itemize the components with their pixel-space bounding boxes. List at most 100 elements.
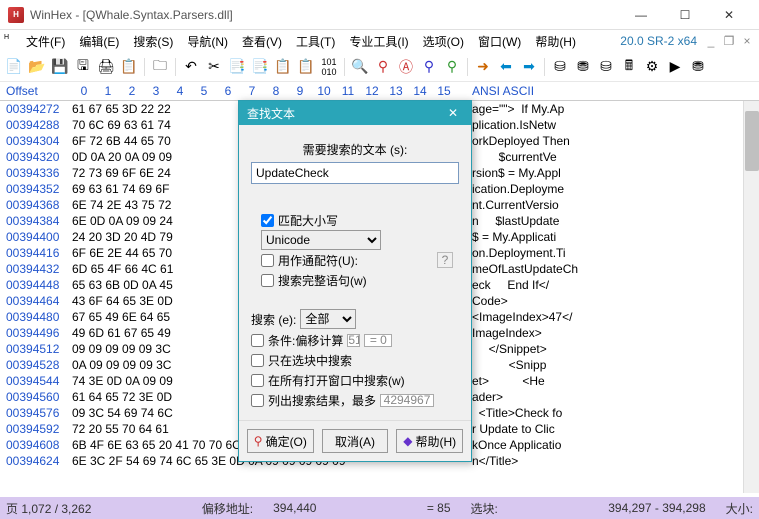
menubar: H 文件(F) 编辑(E) 搜索(S) 导航(N) 查看(V) 工具(T) 专业…: [0, 30, 759, 52]
goto-icon[interactable]: ➜: [473, 57, 493, 77]
match-case-label: 匹配大小写: [278, 212, 338, 229]
maximize-button[interactable]: ☐: [663, 1, 707, 29]
cond-label: 条件:偏移计算: [268, 332, 343, 349]
hex-col: 2: [120, 82, 144, 100]
print-icon[interactable]: 🖨: [96, 57, 116, 77]
dialog-titlebar[interactable]: 查找文本 ✕: [239, 101, 471, 125]
match-case-checkbox[interactable]: [261, 214, 274, 227]
all-win-checkbox[interactable]: [251, 374, 264, 387]
ascii-cell: meOfLastUpdateCh: [472, 261, 759, 277]
disk3-icon[interactable]: ⛁: [596, 57, 616, 77]
hex-col: 9: [288, 82, 312, 100]
menu-help[interactable]: 帮助(H): [529, 31, 582, 52]
offset-cell: 00394416: [0, 245, 72, 261]
scroll-thumb[interactable]: [745, 111, 759, 171]
menu-spec[interactable]: 专业工具(I): [343, 31, 414, 52]
wildcards-label: 用作通配符(U):: [278, 252, 358, 269]
cond-checkbox[interactable]: [251, 334, 264, 347]
scope-label: 搜索 (e):: [251, 311, 296, 328]
menu-options[interactable]: 选项(O): [417, 31, 470, 52]
menu-window[interactable]: 窗口(W): [472, 31, 527, 52]
offset-header: Offset: [0, 82, 72, 100]
sel-value: 394,297 - 394,298: [608, 501, 705, 515]
back-icon[interactable]: ⬅: [496, 57, 516, 77]
hex-col: 11: [336, 82, 360, 100]
mdi-restore-icon[interactable]: ❐: [721, 33, 737, 49]
minimize-button[interactable]: —: [619, 1, 663, 29]
hex-col: 5: [192, 82, 216, 100]
only-sel-checkbox[interactable]: [251, 354, 264, 367]
menu-nav[interactable]: 导航(N): [181, 31, 234, 52]
list-checkbox[interactable]: [251, 394, 264, 407]
fwd-icon[interactable]: ➡: [519, 57, 539, 77]
ascii-cell: ader>: [472, 389, 759, 405]
ascii-cell: <Snipp: [472, 357, 759, 373]
findhex-icon[interactable]: ⚲: [373, 57, 393, 77]
offset-cell: 00394352: [0, 181, 72, 197]
hex-col: 14: [408, 82, 432, 100]
menu-edit[interactable]: 编辑(E): [73, 31, 125, 52]
calc-icon[interactable]: 🖩: [619, 57, 639, 77]
cond-eq[interactable]: [364, 334, 392, 347]
save-icon[interactable]: 💾: [50, 57, 70, 77]
hex-col: 8: [264, 82, 288, 100]
whole-checkbox[interactable]: [261, 274, 274, 287]
paste-icon[interactable]: 📋: [273, 57, 293, 77]
dialog-close-icon[interactable]: ✕: [443, 106, 463, 120]
ascii-cell: age=""> If My.Ap: [472, 101, 759, 117]
cond-num[interactable]: [347, 334, 360, 347]
find-icon[interactable]: 🔍: [350, 57, 370, 77]
findtext-icon[interactable]: Ⓐ: [396, 57, 416, 77]
search-input[interactable]: [251, 162, 459, 184]
ascii-cell: orkDeployed Then: [472, 133, 759, 149]
folder-icon[interactable]: 🗀: [150, 57, 170, 77]
triangle-icon[interactable]: ▶: [665, 57, 685, 77]
cut-icon[interactable]: ✂: [204, 57, 224, 77]
findprev-icon[interactable]: ⚲: [442, 57, 462, 77]
disk2-icon[interactable]: ⛃: [573, 57, 593, 77]
ascii-cell: n</Title>: [472, 453, 759, 469]
mdi-close-icon[interactable]: ×: [739, 33, 755, 49]
paste2-icon[interactable]: 📋: [296, 57, 316, 77]
ascii-cell: n $lastUpdate: [472, 213, 759, 229]
open-icon[interactable]: 📂: [27, 57, 47, 77]
vscrollbar[interactable]: [743, 101, 759, 493]
props-icon[interactable]: 📋: [119, 57, 139, 77]
hex-col: 1: [96, 82, 120, 100]
ascii-cell: rsion$ = My.Appl: [472, 165, 759, 181]
wildcards-help-icon[interactable]: ?: [437, 252, 453, 268]
list-num[interactable]: [380, 394, 434, 407]
eq-value: = 85: [427, 501, 451, 515]
drive-icon[interactable]: ⛃: [688, 57, 708, 77]
help-button[interactable]: ◆帮助(H): [396, 429, 463, 453]
offset-cell: 00394304: [0, 133, 72, 149]
binary-icon[interactable]: 101010: [319, 57, 339, 77]
undo-icon[interactable]: ↶: [181, 57, 201, 77]
cancel-button[interactable]: 取消(A): [322, 429, 389, 453]
offset-cell: 00394320: [0, 149, 72, 165]
saveas-icon[interactable]: 🖫: [73, 57, 93, 77]
mdi-min-icon[interactable]: _: [703, 33, 719, 49]
list-label: 列出搜索结果，最多: [268, 392, 376, 409]
scope-select[interactable]: 全部: [300, 309, 356, 329]
offset-cell: 00394512: [0, 341, 72, 357]
version-label: 20.0 SR-2 x64: [614, 32, 701, 50]
offset-cell: 00394448: [0, 277, 72, 293]
menu-tools[interactable]: 工具(T): [290, 31, 341, 52]
ok-button[interactable]: ⚲确定(O): [247, 429, 314, 453]
offset-cell: 00394496: [0, 325, 72, 341]
tool-icon[interactable]: ⚙: [642, 57, 662, 77]
copy2-icon[interactable]: 📑: [250, 57, 270, 77]
copy-icon[interactable]: 📑: [227, 57, 247, 77]
menu-view[interactable]: 查看(V): [236, 31, 288, 52]
disk1-icon[interactable]: ⛁: [550, 57, 570, 77]
ok-icon: ⚲: [254, 434, 263, 448]
encoding-select[interactable]: Unicode: [261, 230, 381, 250]
findnext-icon[interactable]: ⚲: [419, 57, 439, 77]
close-button[interactable]: ✕: [707, 1, 751, 29]
new-icon[interactable]: 📄: [4, 57, 24, 77]
menu-file[interactable]: 文件(F): [20, 31, 71, 52]
window-title: WinHex - [QWhale.Syntax.Parsers.dll]: [30, 8, 619, 22]
menu-search[interactable]: 搜索(S): [127, 31, 179, 52]
wildcards-checkbox[interactable]: [261, 254, 274, 267]
